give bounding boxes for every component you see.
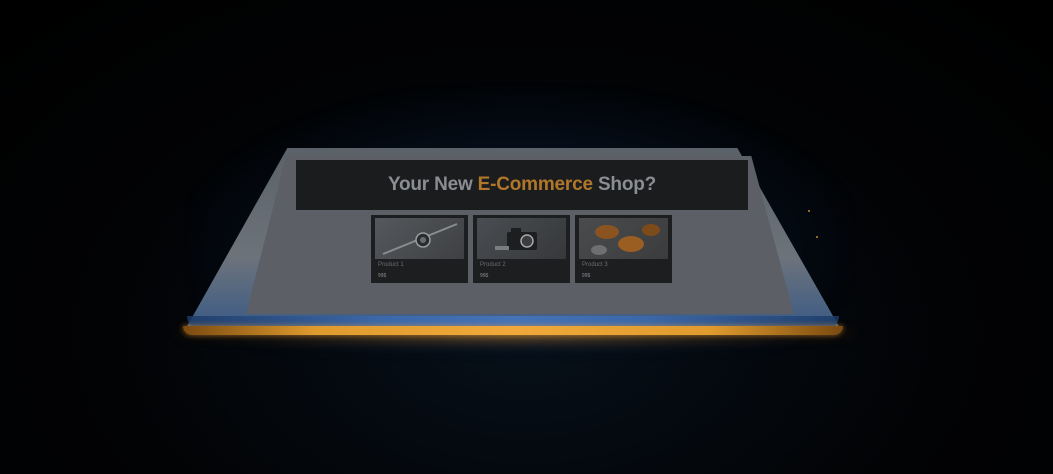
product-price: 99$ xyxy=(582,273,591,279)
hero-title: Your New E-Commerce Shop? xyxy=(388,174,656,196)
hero-title-prefix: Your New xyxy=(387,174,478,195)
camera-icon xyxy=(477,218,566,259)
product-grid: Product 1 99$ Product 2 99$ Product 3 99… xyxy=(371,215,672,283)
product-price: 99$ xyxy=(480,273,489,279)
tablet-edge-orange xyxy=(183,326,843,335)
sparkle xyxy=(816,236,818,238)
product-card[interactable]: Product 2 99$ xyxy=(473,215,570,283)
hero-title-accent: E-Commerce xyxy=(477,174,593,195)
product-name: Product 2 xyxy=(480,262,506,268)
product-name: Product 3 xyxy=(582,262,608,268)
food-icon xyxy=(579,218,668,259)
product-price: 99$ xyxy=(378,273,387,279)
sparkle xyxy=(808,210,810,212)
hero-title-suffix: Shop? xyxy=(592,174,657,195)
product-card[interactable]: Product 1 99$ xyxy=(371,215,468,283)
hero-scene: Your New E-Commerce Shop? Product 1 99$ xyxy=(0,0,1053,474)
product-card[interactable]: Product 3 99$ xyxy=(575,215,672,283)
watch-icon xyxy=(375,218,464,259)
product-name: Product 1 xyxy=(378,262,404,268)
hero-banner: Your New E-Commerce Shop? xyxy=(296,160,748,210)
